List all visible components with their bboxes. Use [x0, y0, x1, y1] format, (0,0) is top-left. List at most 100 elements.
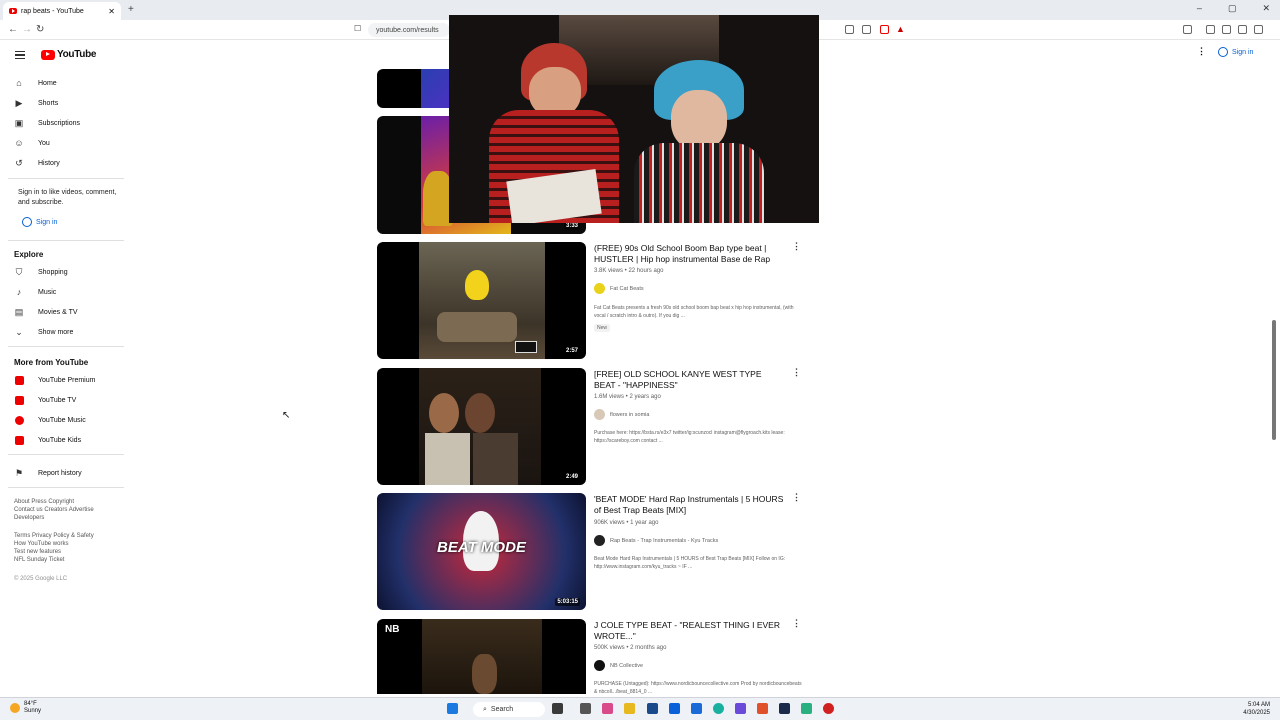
video-description: Beat Mode Hard Rap Instrumentals | 5 HOU… — [594, 556, 786, 570]
video-player-overlay[interactable] — [449, 15, 819, 223]
video-thumbnail[interactable]: BEAT MODE 5:03:15 — [377, 493, 586, 610]
sidebar-item-youtube-kids[interactable]: YouTube Kids — [14, 433, 81, 447]
favorites-icon[interactable] — [1222, 25, 1231, 34]
taskbar-clock[interactable]: 5:04 AM 4/30/2025 — [1243, 701, 1270, 717]
youtube-premium-icon — [14, 375, 24, 385]
video-thumbnail[interactable]: NB — [377, 619, 586, 694]
settings-kebab-icon[interactable]: ⋮ — [1197, 46, 1206, 57]
new-tab-button[interactable]: + — [128, 4, 134, 15]
signin-label: Sign in — [1232, 48, 1254, 56]
video-title[interactable]: (FREE) 90s Old School Boom Bap type beat… — [594, 243, 784, 265]
sidebar-item-youtube-tv[interactable]: YouTube TV — [14, 393, 76, 407]
browser-tab[interactable]: rap beats - YouTube ✕ — [3, 2, 121, 20]
channel-avatar[interactable] — [594, 283, 605, 294]
channel-avatar[interactable] — [594, 409, 605, 420]
video-menu-icon[interactable]: ⋮ — [792, 367, 801, 378]
brave-icon[interactable] — [757, 703, 768, 714]
video-thumbnail[interactable]: 2:49 — [377, 368, 586, 485]
copilot-icon[interactable] — [602, 703, 613, 714]
collections-icon[interactable] — [1238, 25, 1247, 34]
sidebar-item-show-more[interactable]: ⌄ Show more — [14, 325, 73, 339]
sidebar-item-you[interactable]: ☺ You — [14, 136, 49, 150]
sidebar-item-home[interactable]: ⌂ Home — [14, 76, 56, 90]
sidebar-item-premium[interactable]: YouTube Premium — [14, 373, 95, 387]
taskbar-search[interactable]: ⌕ Search — [473, 702, 545, 717]
clock-time: 5:04 AM — [1247, 702, 1270, 708]
video-menu-icon[interactable]: ⋮ — [792, 241, 801, 252]
store-icon[interactable] — [647, 703, 658, 714]
channel-name: Fat Cat Beats — [610, 285, 644, 292]
share-icon[interactable] — [862, 25, 871, 34]
sidebar-item-movies[interactable]: ▤ Movies & TV — [14, 305, 78, 319]
video-thumbnail[interactable]: 2:57 — [377, 242, 586, 359]
warning-icon[interactable]: ▲ — [896, 24, 905, 34]
weather-widget[interactable]: 84°F Sunny — [10, 701, 41, 715]
maximize-button[interactable]: ▢ — [1228, 3, 1237, 14]
back-icon[interactable]: ← — [8, 24, 18, 35]
sidebar-item-shopping[interactable]: ⛉ Shopping — [14, 265, 68, 279]
header-signin-button[interactable]: Sign in — [1218, 47, 1253, 57]
sidebar-item-subscriptions[interactable]: ▣ Subscriptions — [14, 116, 80, 130]
account-icon — [1218, 47, 1228, 57]
youtube-sidebar: YouTube ⌂ Home ▶ Shorts ▣ Subscriptions … — [0, 40, 130, 694]
widgets-icon[interactable] — [552, 703, 563, 714]
history-icon: ↺ — [15, 157, 23, 168]
sidebar-toggle-icon[interactable] — [1183, 25, 1192, 34]
sidebar-item-history[interactable]: ↺ History — [14, 156, 60, 170]
mail-icon[interactable] — [691, 703, 702, 714]
extension-red-icon[interactable] — [880, 25, 889, 34]
video-channel[interactable]: Fat Cat Beats — [594, 283, 644, 294]
address-bar[interactable]: youtube.com/results — [368, 23, 450, 37]
video-channel[interactable]: Rap Beats - Trap Instrumentals - Kyu Tra… — [594, 535, 718, 546]
hamburger-menu-icon[interactable] — [15, 51, 25, 59]
reload-icon[interactable]: ↻ — [36, 24, 44, 35]
divider — [8, 487, 124, 488]
divider — [8, 346, 124, 347]
mouse-cursor-icon: ↖ — [282, 410, 291, 421]
copyright: © 2025 Google LLC — [14, 576, 68, 582]
footer-links-2[interactable]: Terms Privacy Policy & Safety How YouTub… — [14, 532, 124, 564]
bookmark-icon[interactable]: ☐ — [354, 24, 361, 33]
page-scrollbar[interactable] — [1272, 320, 1276, 440]
forward-icon[interactable]: → — [22, 24, 32, 35]
steam-icon[interactable] — [779, 703, 790, 714]
video-channel[interactable]: NB Collective — [594, 660, 643, 671]
sidebar-item-label: Shopping — [38, 268, 68, 276]
video-title[interactable]: J COLE TYPE BEAT - "REALEST THING I EVER… — [594, 620, 784, 642]
start-icon[interactable] — [447, 703, 458, 714]
sidebar-signin-button[interactable]: Sign in — [22, 217, 57, 227]
discord-icon[interactable] — [735, 703, 746, 714]
app-icon[interactable] — [801, 703, 812, 714]
sidebar-item-shorts[interactable]: ▶ Shorts — [14, 96, 59, 110]
weather-temp: 84°F — [24, 701, 37, 707]
dropbox-icon[interactable] — [669, 703, 680, 714]
footer-links-1[interactable]: About Press Copyright Contact us Creator… — [14, 498, 124, 522]
divider — [8, 454, 124, 455]
sidebar-item-youtube-music[interactable]: YouTube Music — [14, 413, 86, 427]
file-explorer-icon[interactable] — [624, 703, 635, 714]
edge-icon[interactable] — [713, 703, 724, 714]
video-menu-icon[interactable]: ⋮ — [792, 618, 801, 629]
channel-avatar[interactable] — [594, 535, 605, 546]
sidebar-item-report-history[interactable]: ⚑ Report history — [14, 466, 82, 480]
video-menu-icon[interactable]: ⋮ — [792, 492, 801, 503]
shorts-icon: ▶ — [15, 97, 23, 108]
task-view-icon[interactable] — [580, 703, 591, 714]
app-red-icon[interactable] — [823, 703, 834, 714]
profile-icon[interactable] — [1254, 25, 1263, 34]
minimize-button[interactable]: – — [1197, 3, 1202, 14]
close-window-button[interactable]: ✕ — [1262, 3, 1270, 14]
video-channel[interactable]: flowers in somia — [594, 409, 649, 420]
sidebar-item-label: History — [38, 159, 60, 167]
youtube-favicon-icon — [9, 8, 17, 14]
extension-icon[interactable] — [845, 25, 854, 34]
tab-close-icon[interactable]: ✕ — [108, 7, 115, 16]
channel-avatar[interactable] — [594, 660, 605, 671]
logo-text: YouTube — [57, 49, 97, 60]
reading-view-icon[interactable] — [1206, 25, 1215, 34]
sidebar-item-music[interactable]: ♪ Music — [14, 285, 57, 299]
video-title[interactable]: [FREE] OLD SCHOOL KANYE WEST TYPE BEAT -… — [594, 369, 784, 391]
video-title[interactable]: 'BEAT MODE' Hard Rap Instrumentals | 5 H… — [594, 494, 784, 516]
sidebar-item-label: Show more — [38, 328, 74, 336]
youtube-logo[interactable]: YouTube — [41, 49, 97, 60]
